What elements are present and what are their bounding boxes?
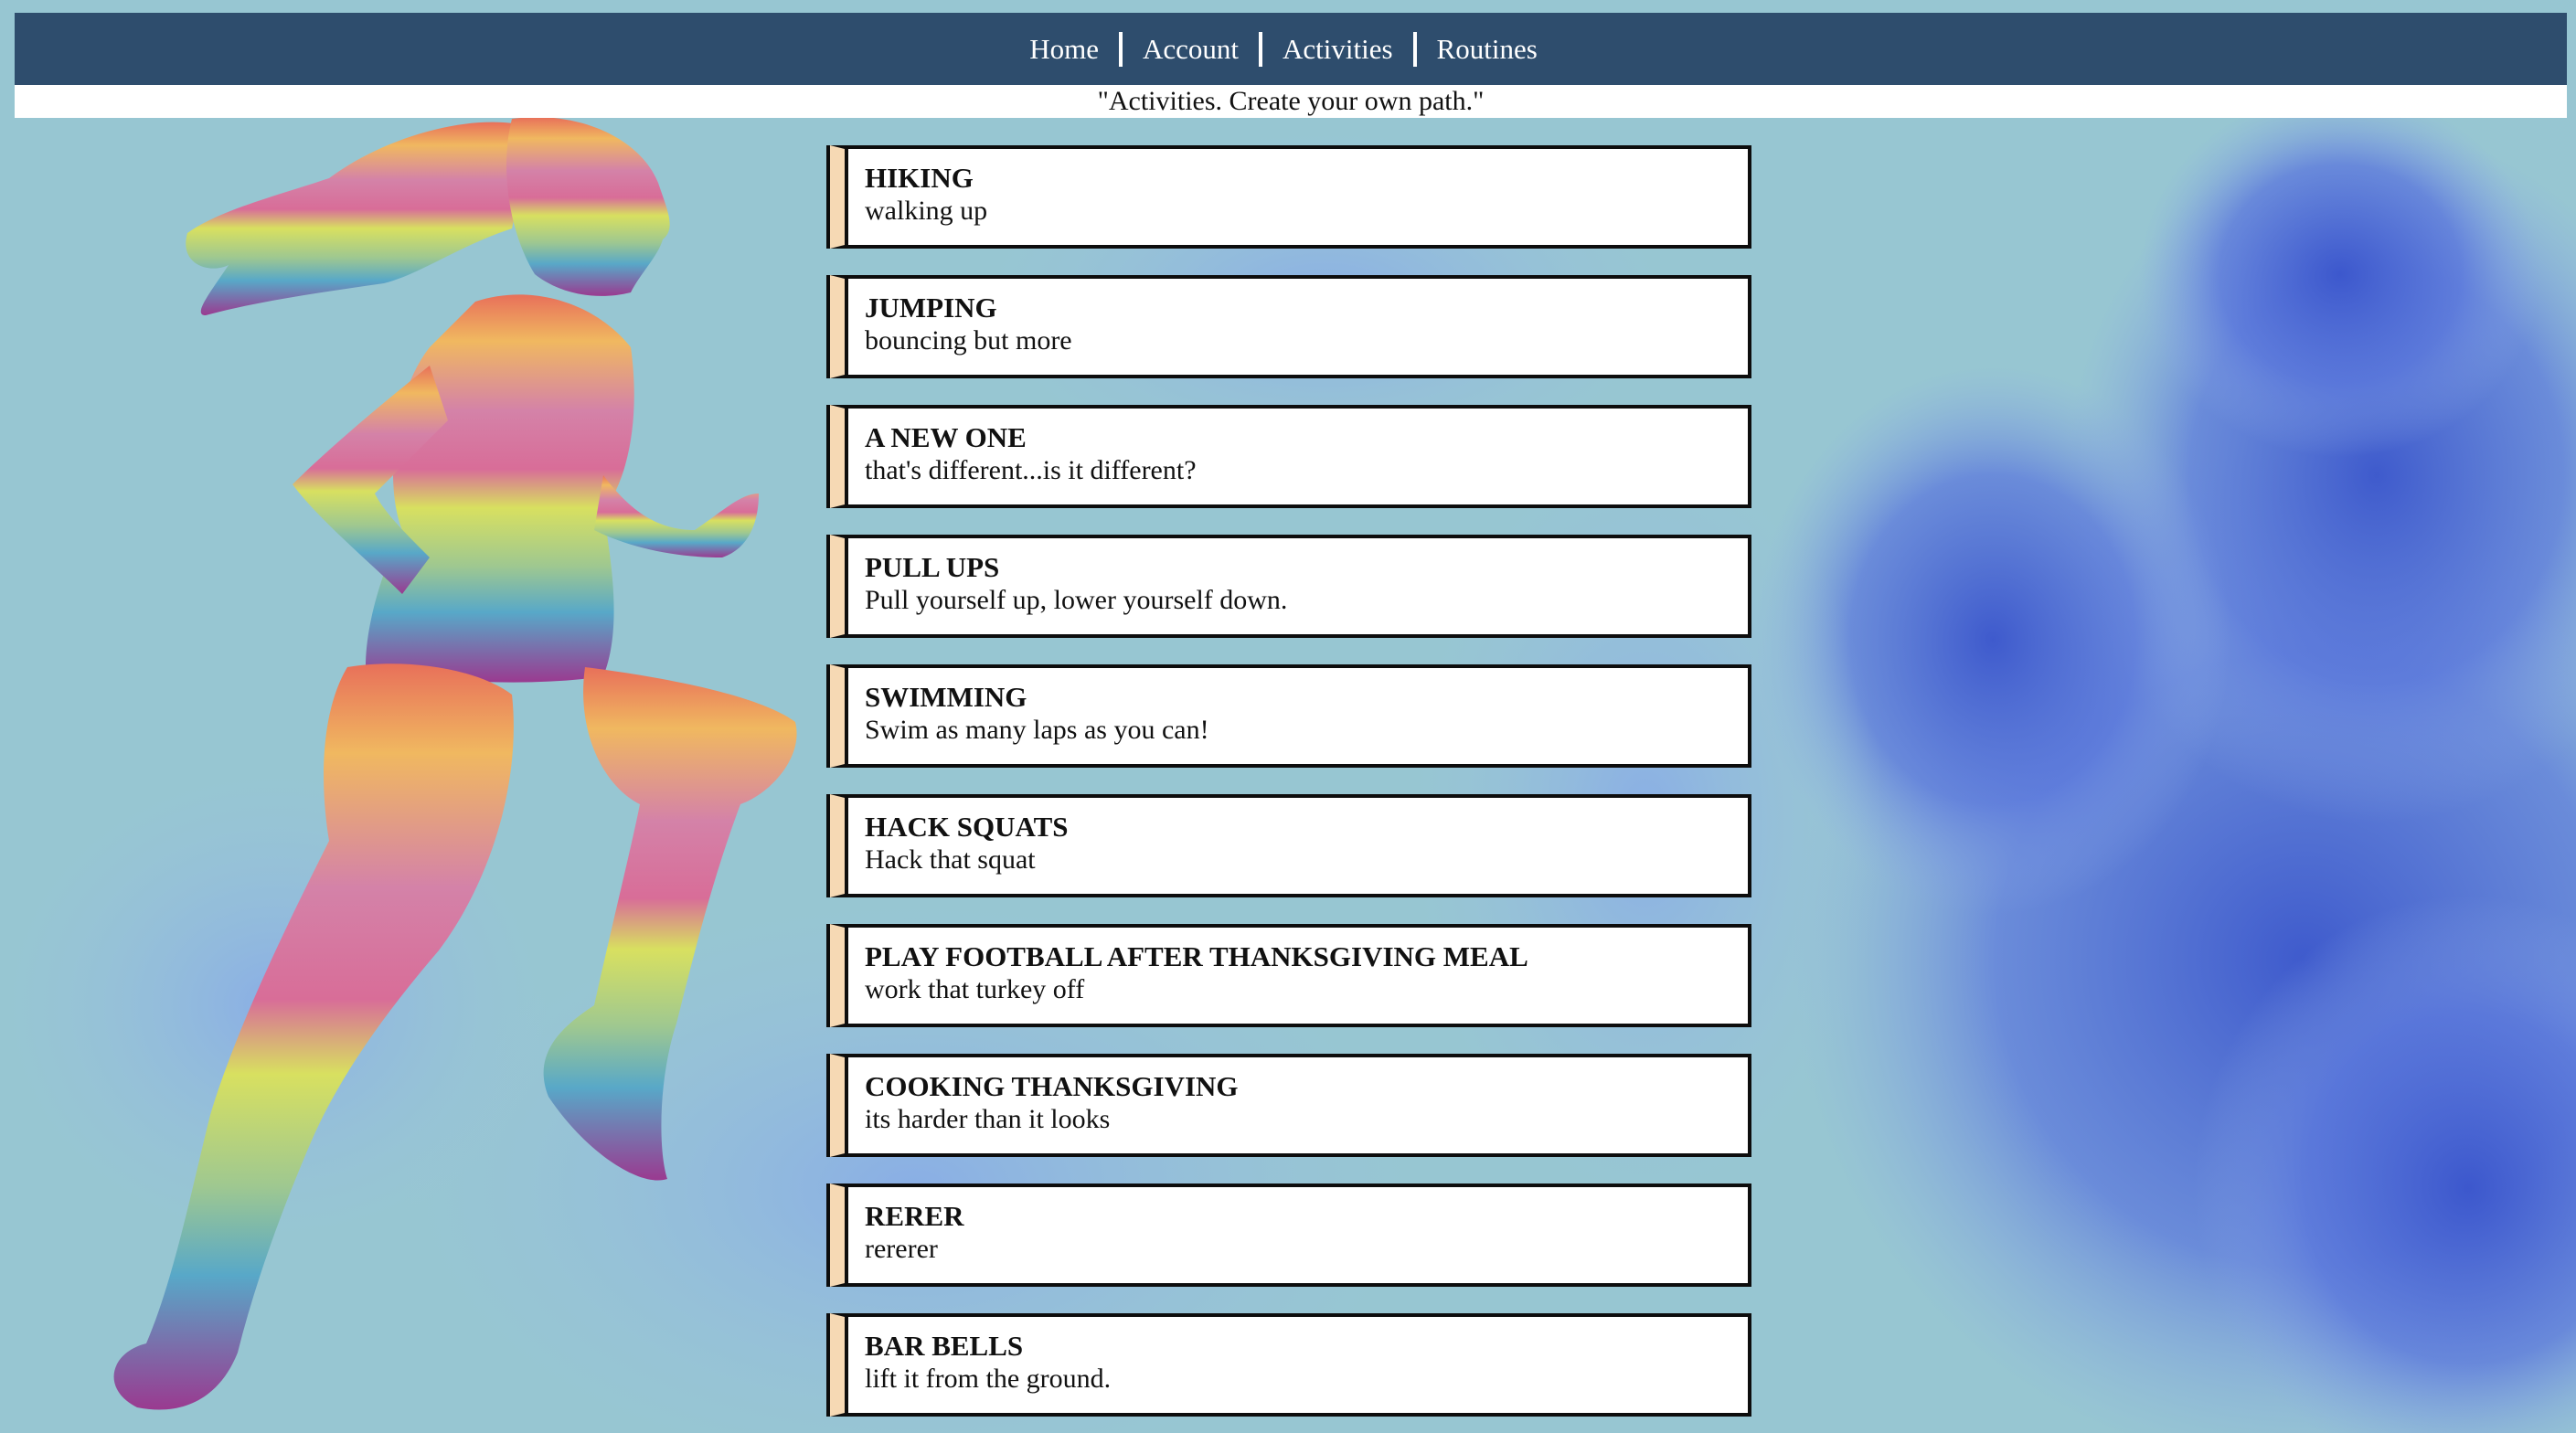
activity-description: work that turkey off — [865, 974, 1085, 1004]
page-tagline: "Activities. Create your own path." — [15, 85, 2567, 118]
activity-name: HIKING — [865, 162, 974, 194]
activity-card[interactable]: HACK SQUATS Hack that squat — [826, 794, 1751, 897]
activity-name: PLAY FOOTBALL AFTER THANKSGIVING MEAL — [865, 940, 1528, 972]
activity-card[interactable]: PLAY FOOTBALL AFTER THANKSGIVING MEAL wo… — [826, 924, 1751, 1027]
nav-routines-link[interactable]: Routines — [1417, 35, 1558, 63]
activity-list: HIKING walking up JUMPING bouncing but m… — [826, 145, 1751, 1433]
activity-card[interactable]: COOKING THANKSGIVING its harder than it … — [826, 1054, 1751, 1157]
activity-card[interactable]: BAR BELLS lift it from the ground. — [826, 1313, 1751, 1417]
activity-description: walking up — [865, 196, 988, 226]
top-nav-bar: Home Account Activities Routines — [15, 13, 2567, 85]
activity-name: SWIMMING — [865, 681, 1027, 713]
activity-name: RERER — [865, 1200, 964, 1232]
activity-card[interactable]: SWIMMING Swim as many laps as you can! — [826, 664, 1751, 768]
activity-card[interactable]: A NEW ONE that's different...is it diffe… — [826, 405, 1751, 508]
nav-home-link[interactable]: Home — [1009, 35, 1119, 63]
activity-card[interactable]: PULL UPS Pull yourself up, lower yoursel… — [826, 535, 1751, 638]
activity-name: JUMPING — [865, 292, 997, 324]
activity-card[interactable]: RERER rererer — [826, 1184, 1751, 1287]
activity-description: Pull yourself up, lower yourself down. — [865, 585, 1288, 615]
activity-description: rererer — [865, 1234, 938, 1264]
activity-description: that's different...is it different? — [865, 455, 1197, 485]
activity-card[interactable]: HIKING walking up — [826, 145, 1751, 249]
main-nav: Home Account Activities Routines — [1009, 31, 1558, 67]
activity-description: bouncing but more — [865, 325, 1072, 356]
activity-name: A NEW ONE — [865, 421, 1027, 453]
nav-account-link[interactable]: Account — [1123, 35, 1259, 63]
activity-card[interactable]: JUMPING bouncing but more — [826, 275, 1751, 378]
activity-description: lift it from the ground. — [865, 1364, 1112, 1394]
activity-description: its harder than it looks — [865, 1104, 1111, 1134]
activity-description: Hack that squat — [865, 844, 1036, 875]
activity-name: HACK SQUATS — [865, 811, 1069, 843]
activity-name: PULL UPS — [865, 551, 1000, 583]
nav-activities-link[interactable]: Activities — [1262, 35, 1413, 63]
activity-name: COOKING THANKSGIVING — [865, 1070, 1239, 1102]
activity-description: Swim as many laps as you can! — [865, 715, 1209, 745]
activity-name: BAR BELLS — [865, 1330, 1024, 1362]
